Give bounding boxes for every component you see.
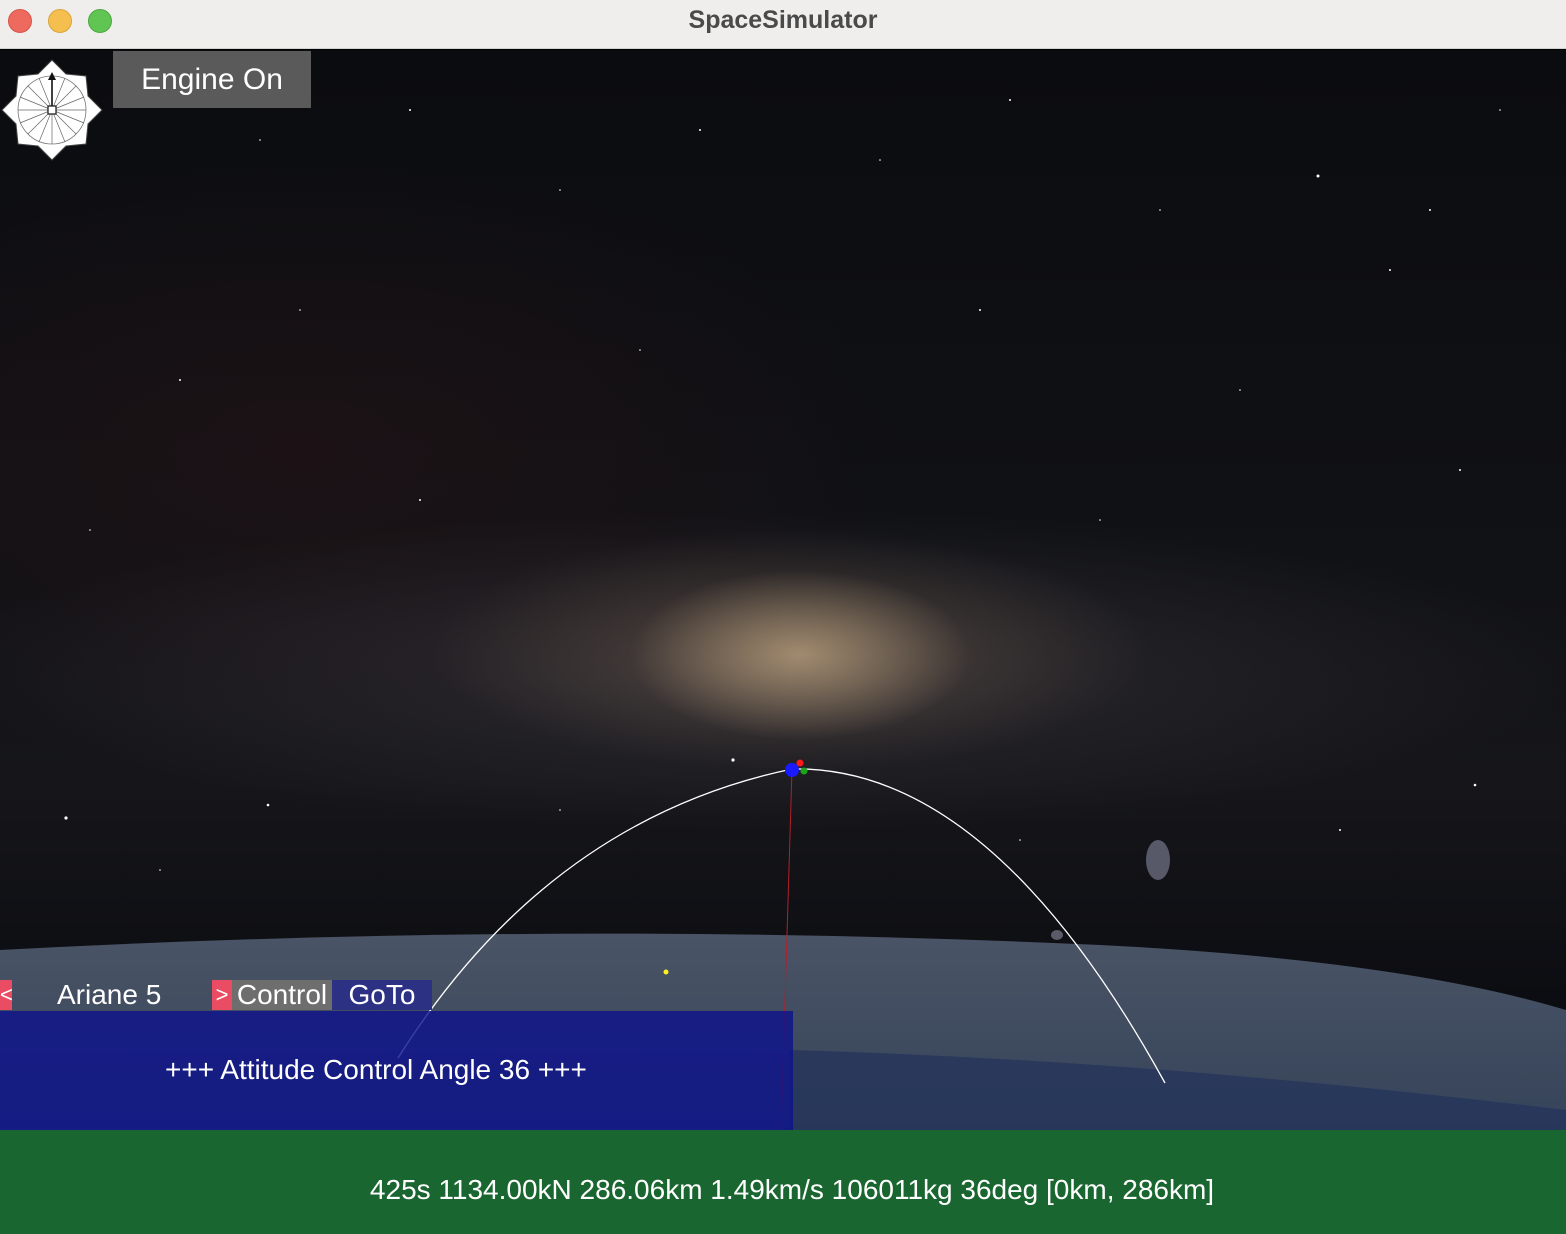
selected-item-marker: >: [212, 980, 232, 1010]
vehicle-name: Ariane 5: [57, 979, 162, 1010]
compass-rose-icon[interactable]: [0, 58, 104, 162]
window-titlebar: SpaceSimulator: [0, 0, 1566, 49]
window-title: SpaceSimulator: [688, 6, 878, 34]
spacecraft-axis-red: [796, 759, 804, 767]
previous-vehicle-button[interactable]: <: [0, 980, 13, 1010]
spacecraft-marker[interactable]: [785, 763, 799, 777]
menu-item-goto[interactable]: GoTo: [332, 980, 432, 1010]
launch-site-marker: [663, 969, 669, 975]
telemetry-readout: 425s 1134.00kN 286.06km 1.49km/s 106011k…: [369, 1174, 1215, 1205]
simulation-viewport[interactable]: Engine On < Ariane 5 > Control GoTo +++ …: [0, 50, 1566, 1234]
vehicle-menu: < Ariane 5 > Control GoTo: [0, 980, 440, 1010]
spacecraft-axis-green: [800, 767, 808, 775]
small-nebula: [1051, 930, 1063, 940]
menu-item-control[interactable]: Control: [232, 980, 332, 1010]
magellanic-cloud: [1146, 840, 1170, 880]
star-field: [64, 89, 1501, 871]
engine-toggle-button[interactable]: Engine On: [113, 51, 311, 108]
status-message: +++ Attitude Control Angle 36 +++: [165, 1054, 587, 1085]
